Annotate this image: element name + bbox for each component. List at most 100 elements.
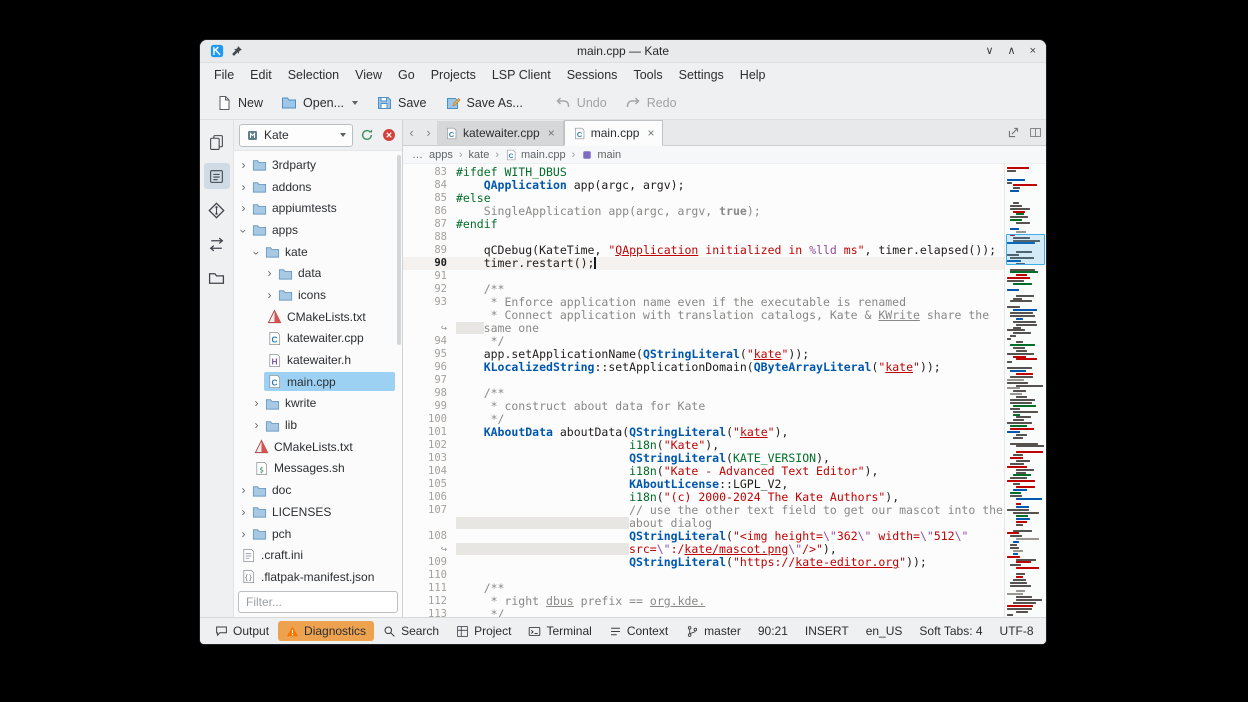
code-line-98[interactable]: 98 /** xyxy=(403,387,1004,400)
tree-item-3rdparty[interactable]: ›3rdparty xyxy=(234,154,402,176)
menu-file[interactable]: File xyxy=(206,65,242,85)
tree-scrollbar[interactable] xyxy=(397,155,401,345)
expand-arrow-icon[interactable]: › xyxy=(238,484,249,496)
code-line-99[interactable]: 99 * construct about data for Kate xyxy=(403,400,1004,413)
code-line-96[interactable]: 96 KLocalizedString::setApplicationDomai… xyxy=(403,361,1004,374)
close-tab-icon[interactable]: × xyxy=(647,126,654,140)
tree-item-data[interactable]: ›data xyxy=(234,262,402,284)
status-context[interactable]: Context xyxy=(601,621,676,641)
code-line-103[interactable]: 103 QStringLiteral(KATE_VERSION), xyxy=(403,452,1004,465)
status-utf-8[interactable]: UTF-8 xyxy=(992,621,1042,641)
code-line-87[interactable]: 87#endif xyxy=(403,218,1004,231)
code-line-100[interactable]: 100 */ xyxy=(403,413,1004,426)
filter-input[interactable] xyxy=(238,591,398,613)
code-line-84[interactable]: 84 QApplication app(argc, argv); xyxy=(403,179,1004,192)
tree-item-flatpak-manifest-json[interactable]: {}.flatpak-manifest.json xyxy=(234,566,402,588)
code-line-109[interactable]: 109 QStringLiteral("https://kate-editor.… xyxy=(403,556,1004,569)
code-line-101[interactable]: 101 KAboutData aboutData(QStringLiteral(… xyxy=(403,426,1004,439)
minimap-viewport[interactable] xyxy=(1006,234,1045,265)
tree-item-appiumtests[interactable]: ›appiumtests xyxy=(234,197,402,219)
breadcrumb-apps[interactable]: apps xyxy=(429,149,453,161)
tree-item-katewaiter-cpp[interactable]: Ckatewaiter.cpp xyxy=(234,328,402,350)
code-line-95[interactable]: 95 app.setApplicationName(QStringLiteral… xyxy=(403,348,1004,361)
menu-view[interactable]: View xyxy=(347,65,390,85)
status-c[interactable]: C++ xyxy=(1043,621,1046,641)
code-line-110[interactable]: 110 xyxy=(403,569,1004,582)
code-line-107[interactable]: 107 // use the other text field to get o… xyxy=(403,504,1004,517)
save-button[interactable]: Save xyxy=(368,90,435,116)
titlebar[interactable]: main.cpp — Kate ∨∧× xyxy=(200,40,1046,63)
code-line-91[interactable]: 91 xyxy=(403,270,1004,283)
status-insert[interactable]: INSERT xyxy=(797,621,857,641)
open-button[interactable]: Open... xyxy=(273,90,366,116)
tree-item-lib[interactable]: ›lib xyxy=(234,414,402,436)
code-line-90[interactable]: 90 timer.restart(); xyxy=(403,257,1004,270)
tree-item-apps[interactable]: ›apps xyxy=(234,219,402,241)
new-button[interactable]: New xyxy=(208,90,271,116)
code-line-86[interactable]: 86 SingleApplication app(argc, argv, tru… xyxy=(403,205,1004,218)
code-line-wrap[interactable]: * Connect application with translation c… xyxy=(403,309,1004,322)
code-line-104[interactable]: 104 i18n("Kate - Advanced Text Editor"), xyxy=(403,465,1004,478)
code-line-wrap[interactable]: ↪same one xyxy=(403,322,1004,335)
status-master[interactable]: master xyxy=(678,621,749,641)
code-line-112[interactable]: 112 * right dbus prefix == org.kde. xyxy=(403,595,1004,608)
status-terminal[interactable]: Terminal xyxy=(520,621,599,641)
status-soft-tabs-4[interactable]: Soft Tabs: 4 xyxy=(911,621,990,641)
toolview-git-button[interactable] xyxy=(204,197,230,223)
tree-item-craft-ini[interactable]: .craft.ini xyxy=(234,544,402,566)
next-tab-button[interactable]: › xyxy=(420,120,437,145)
tree-item-addons[interactable]: ›addons xyxy=(234,176,402,198)
menu-selection[interactable]: Selection xyxy=(280,65,347,85)
expand-arrow-icon[interactable]: › xyxy=(238,506,249,518)
expand-arrow-icon[interactable]: › xyxy=(251,397,262,409)
tree-item-katewaiter-h[interactable]: Hkatewaiter.h xyxy=(234,349,402,371)
code-line-97[interactable]: 97 xyxy=(403,374,1004,387)
expand-arrow-icon[interactable]: › xyxy=(238,181,249,193)
menu-help[interactable]: Help xyxy=(732,65,774,85)
save-as-button[interactable]: Save As... xyxy=(437,90,531,116)
split-view-button[interactable] xyxy=(1024,120,1046,145)
menu-go[interactable]: Go xyxy=(390,65,423,85)
undo-button[interactable]: Undo xyxy=(547,90,615,116)
tab-katewaiter-cpp[interactable]: Ckatewaiter.cpp× xyxy=(437,121,564,145)
tree-item-pch[interactable]: ›pch xyxy=(234,523,402,545)
tree-item-icons[interactable]: ›icons xyxy=(234,284,402,306)
pin-icon[interactable] xyxy=(231,45,243,57)
tree-item-cmakelists-txt[interactable]: CMakeLists.txt xyxy=(234,306,402,328)
code-line-113[interactable]: 113 */ xyxy=(403,608,1004,617)
code-line-wrap[interactable]: ↪src=\":/kate/mascot.png\"/>"), xyxy=(403,543,1004,556)
menu-sessions[interactable]: Sessions xyxy=(559,65,626,85)
reload-project-button[interactable] xyxy=(358,127,375,144)
code-editor[interactable]: 83#ifdef WITH_DBUS84 QApplication app(ar… xyxy=(403,164,1004,617)
status-diagnostics[interactable]: Diagnostics xyxy=(278,621,374,641)
tree-item-main-cpp[interactable]: Cmain.cpp xyxy=(234,371,402,393)
code-line-92[interactable]: 92 /** xyxy=(403,283,1004,296)
expand-arrow-icon[interactable]: › xyxy=(264,267,275,279)
tree-item-messages-sh[interactable]: $Messages.sh xyxy=(234,458,402,480)
menu-projects[interactable]: Projects xyxy=(423,65,484,85)
code-line-102[interactable]: 102 i18n("Kate"), xyxy=(403,439,1004,452)
collapse-arrow-icon[interactable]: › xyxy=(238,226,250,237)
tree-item-kwrite[interactable]: ›kwrite xyxy=(234,393,402,415)
status-en-us[interactable]: en_US xyxy=(858,621,911,641)
menu-lsp-client[interactable]: LSP Client xyxy=(484,65,559,85)
expand-arrow-icon[interactable]: › xyxy=(251,419,262,431)
code-line-93[interactable]: 93 * Enforce application name even if th… xyxy=(403,296,1004,309)
code-line-94[interactable]: 94 */ xyxy=(403,335,1004,348)
code-line-105[interactable]: 105 KAboutLicense::LGPL_V2, xyxy=(403,478,1004,491)
code-line-85[interactable]: 85#else xyxy=(403,192,1004,205)
minimize-button[interactable]: ∨ xyxy=(985,46,993,57)
code-line-106[interactable]: 106 i18n("(c) 2000-2024 The Kate Authors… xyxy=(403,491,1004,504)
expand-arrow-icon[interactable]: › xyxy=(264,289,275,301)
menu-edit[interactable]: Edit xyxy=(242,65,280,85)
status-search[interactable]: Search xyxy=(375,621,447,641)
status-90-21[interactable]: 90:21 xyxy=(750,621,796,641)
prev-tab-button[interactable]: ‹ xyxy=(403,120,420,145)
status-project[interactable]: Project xyxy=(448,621,519,641)
tab-main-cpp[interactable]: Cmain.cpp× xyxy=(564,120,664,146)
toolview-filesystem-button[interactable] xyxy=(204,265,230,291)
detach-view-button[interactable] xyxy=(1002,120,1024,145)
breadcrumb-main-cpp[interactable]: Cmain.cpp xyxy=(505,149,566,161)
code-line-88[interactable]: 88 xyxy=(403,231,1004,244)
close-tab-icon[interactable]: × xyxy=(548,126,555,140)
